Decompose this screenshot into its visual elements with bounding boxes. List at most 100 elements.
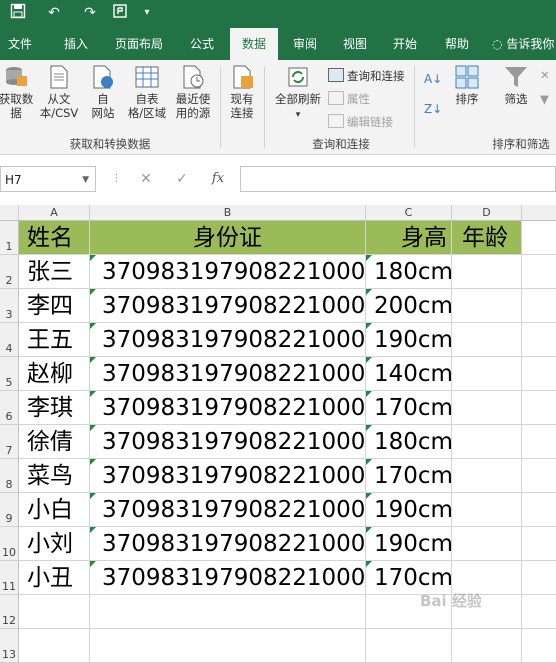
column-header-e[interactable]: [522, 205, 556, 221]
empty-cell[interactable]: [522, 629, 556, 663]
existing-connections-button[interactable]: 现有 连接: [224, 64, 260, 120]
column-header-b[interactable]: B: [90, 205, 366, 221]
table-cell[interactable]: 王五: [19, 323, 90, 357]
table-cell[interactable]: 370983197908221000: [90, 459, 366, 493]
table-cell[interactable]: [452, 289, 522, 323]
table-cell[interactable]: 370983197908221000: [90, 391, 366, 425]
row-header[interactable]: 3: [0, 289, 19, 323]
from-csv-button[interactable]: 从文 本/CSV: [38, 64, 80, 120]
header-cell[interactable]: 姓名: [19, 221, 90, 255]
tab-formulas[interactable]: 公式: [180, 28, 224, 60]
empty-cell[interactable]: [90, 629, 366, 663]
table-cell[interactable]: 370983197908221000: [90, 357, 366, 391]
enter-entry-button[interactable]: ✓: [170, 167, 194, 191]
table-cell[interactable]: 小刘: [19, 527, 90, 561]
tab-insert[interactable]: 插入: [54, 28, 98, 60]
table-cell[interactable]: 赵柳: [19, 357, 90, 391]
row-header[interactable]: 10: [0, 527, 19, 561]
get-data-button[interactable]: 获取数 据: [0, 64, 36, 120]
from-table-button[interactable]: 自表 格/区域: [124, 64, 170, 120]
queries-connections-button[interactable]: 查询和连接: [328, 68, 405, 84]
row-header[interactable]: 6: [0, 391, 19, 425]
header-cell[interactable]: 身份证: [90, 221, 366, 255]
table-cell[interactable]: [452, 323, 522, 357]
empty-cell[interactable]: [522, 255, 556, 289]
empty-cell[interactable]: [522, 561, 556, 595]
header-cell[interactable]: 身高: [366, 221, 452, 255]
insert-function-button[interactable]: fx: [206, 167, 230, 191]
table-cell[interactable]: [452, 425, 522, 459]
row-header[interactable]: 9: [0, 493, 19, 527]
sort-button[interactable]: 排序: [448, 64, 486, 106]
clear-filter-icon[interactable]: ✕: [540, 68, 550, 82]
filter-button[interactable]: 筛选: [494, 64, 538, 106]
empty-cell[interactable]: [19, 595, 90, 629]
table-cell[interactable]: 180cm: [366, 255, 452, 289]
column-header-d[interactable]: D: [452, 205, 522, 221]
tab-page-layout[interactable]: 页面布局: [108, 28, 170, 60]
column-header-c[interactable]: C: [366, 205, 452, 221]
empty-cell[interactable]: [522, 323, 556, 357]
table-cell[interactable]: 370983197908221000: [90, 289, 366, 323]
row-header[interactable]: 1: [0, 221, 19, 255]
empty-cell[interactable]: [90, 595, 366, 629]
save-icon[interactable]: [8, 3, 28, 23]
row-header[interactable]: 8: [0, 459, 19, 493]
empty-cell[interactable]: [19, 629, 90, 663]
row-header[interactable]: 13: [0, 629, 19, 663]
table-cell[interactable]: 200cm: [366, 289, 452, 323]
properties-button[interactable]: 属性: [328, 91, 370, 107]
table-cell[interactable]: 370983197908221000: [90, 493, 366, 527]
tab-file[interactable]: 文件: [0, 28, 40, 60]
header-cell[interactable]: 年龄: [452, 221, 522, 255]
table-cell[interactable]: 小丑: [19, 561, 90, 595]
table-cell[interactable]: 370983197908221000: [90, 425, 366, 459]
table-cell[interactable]: 张三: [19, 255, 90, 289]
table-cell[interactable]: [452, 459, 522, 493]
empty-cell[interactable]: [522, 357, 556, 391]
table-cell[interactable]: 370983197908221000: [90, 323, 366, 357]
table-cell[interactable]: [452, 527, 522, 561]
table-cell[interactable]: 170cm: [366, 391, 452, 425]
empty-cell[interactable]: [522, 391, 556, 425]
column-header-a[interactable]: A: [19, 205, 90, 221]
select-all-corner[interactable]: [0, 205, 19, 221]
tab-home[interactable]: 开始: [384, 28, 426, 60]
table-cell[interactable]: 370983197908221000: [90, 527, 366, 561]
table-cell[interactable]: 370983197908221000: [90, 561, 366, 595]
from-web-button[interactable]: 自 网站: [86, 64, 120, 120]
tab-view[interactable]: 视图: [334, 28, 376, 60]
table-cell[interactable]: [452, 255, 522, 289]
row-header[interactable]: 7: [0, 425, 19, 459]
table-cell[interactable]: 170cm: [366, 459, 452, 493]
sort-ascending-button[interactable]: A↓: [424, 72, 442, 86]
row-header[interactable]: 12: [0, 595, 19, 629]
table-cell[interactable]: 370983197908221000: [90, 255, 366, 289]
row-header[interactable]: 4: [0, 323, 19, 357]
table-cell[interactable]: [452, 357, 522, 391]
table-cell[interactable]: [452, 493, 522, 527]
row-header[interactable]: 2: [0, 255, 19, 289]
tell-me-box[interactable]: ◌ 告诉我你: [492, 28, 554, 60]
table-cell[interactable]: 小白: [19, 493, 90, 527]
empty-cell[interactable]: [522, 459, 556, 493]
chevron-down-icon[interactable]: ▼: [82, 167, 89, 193]
empty-cell[interactable]: [522, 527, 556, 561]
empty-cell[interactable]: [522, 221, 556, 255]
table-cell[interactable]: 190cm: [366, 527, 452, 561]
row-header[interactable]: 11: [0, 561, 19, 595]
table-cell[interactable]: 菜鸟: [19, 459, 90, 493]
tab-data[interactable]: 数据: [230, 28, 278, 60]
table-cell[interactable]: 李四: [19, 289, 90, 323]
table-cell[interactable]: 140cm: [366, 357, 452, 391]
reapply-filter-icon[interactable]: ▼: [540, 92, 549, 106]
table-cell[interactable]: 180cm: [366, 425, 452, 459]
sort-descending-button[interactable]: Z↓: [424, 102, 442, 116]
table-cell[interactable]: [452, 391, 522, 425]
table-cell[interactable]: 190cm: [366, 323, 452, 357]
undo-icon[interactable]: ↶: [42, 3, 66, 23]
empty-cell[interactable]: [522, 595, 556, 629]
table-cell[interactable]: 徐倩: [19, 425, 90, 459]
table-cell[interactable]: 190cm: [366, 493, 452, 527]
empty-cell[interactable]: [452, 629, 522, 663]
